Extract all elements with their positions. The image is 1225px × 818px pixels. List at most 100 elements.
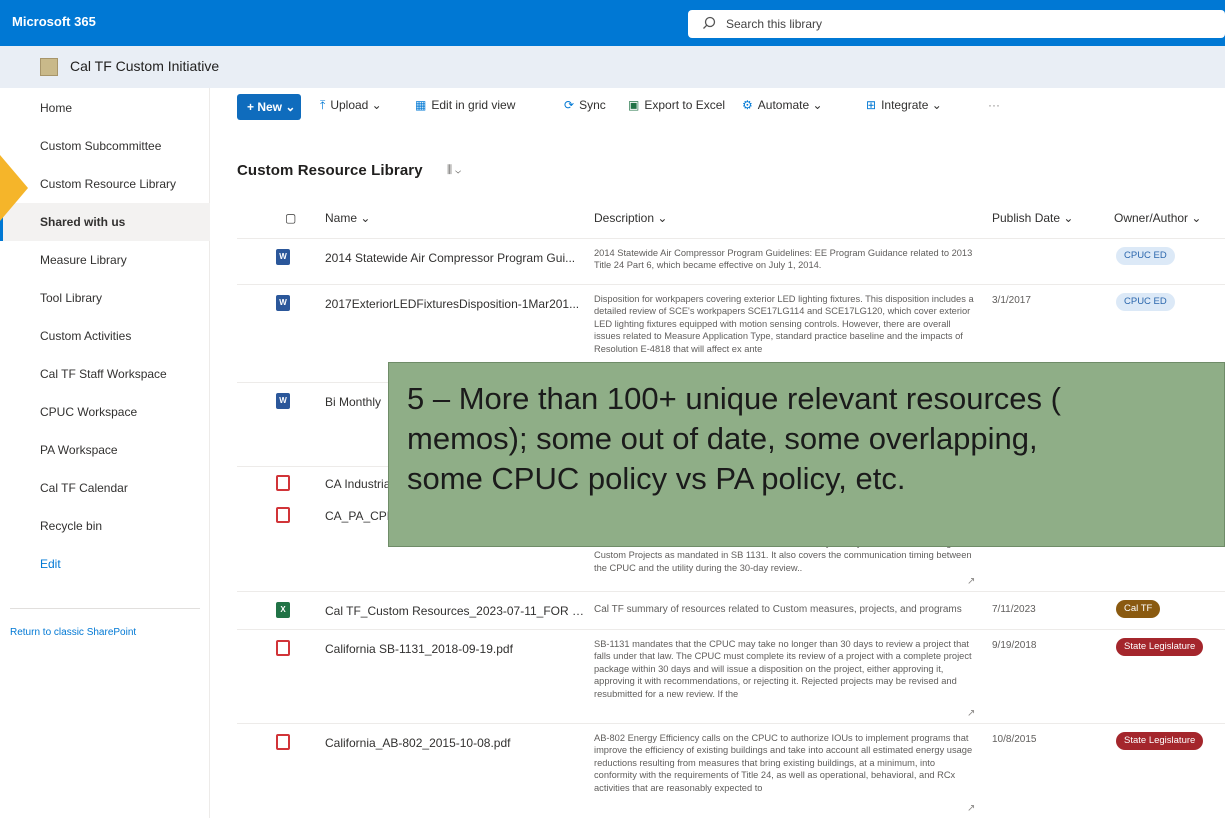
integrate-button[interactable]: ⊞ Integrate ⌄ <box>866 98 942 112</box>
word-file-icon: W <box>276 295 290 311</box>
nav-item-recycle-bin[interactable]: Recycle bin <box>0 507 210 545</box>
nav-edit-link[interactable]: Edit <box>0 545 210 583</box>
table-row[interactable]: W 2014 Statewide Air Compressor Program … <box>237 239 1225 285</box>
suite-header: Microsoft 365 Search this library <box>0 0 1225 46</box>
column-header-description[interactable]: Description ⌄ <box>594 211 667 225</box>
owner-badge: State Legislature <box>1116 638 1204 656</box>
nav-item-tool-library[interactable]: Tool Library <box>0 279 210 317</box>
column-header-owner[interactable]: Owner/Author ⌄ <box>1114 211 1201 225</box>
file-type-icon[interactable]: ▢ <box>285 211 296 225</box>
publish-date: 9/19/2018 <box>992 640 1037 651</box>
site-header: Cal TF Custom Initiative <box>0 46 1225 88</box>
chevron-down-icon: ⌄ <box>368 98 382 112</box>
publish-date: 10/8/2015 <box>992 734 1037 745</box>
automate-icon: ⚙ <box>742 98 753 112</box>
nav-item-shared-with-us[interactable]: Shared with us <box>0 203 210 241</box>
column-description-label: Description <box>594 211 655 225</box>
excel-icon: ▣ <box>628 98 640 112</box>
file-name[interactable]: California SB-1131_2018-09-19.pdf <box>325 642 585 656</box>
integrate-label: Integrate <box>881 98 929 112</box>
annotation-line-3: some CPUC policy vs PA policy, etc. <box>407 461 906 496</box>
file-description: AB-802 Energy Efficiency calls on the CP… <box>594 733 973 793</box>
nav-item-custom-resource-library[interactable]: Custom Resource Library <box>0 165 210 203</box>
nav-item-custom-activities[interactable]: Custom Activities <box>0 317 210 355</box>
callout-arrow <box>0 155 28 221</box>
owner-badge: CPUC ED <box>1116 293 1175 311</box>
more-button[interactable]: ··· <box>988 98 1000 112</box>
export-label: Export to Excel <box>644 98 726 112</box>
nav-divider <box>10 608 200 609</box>
table-row[interactable]: California SB-1131_2018-09-19.pdf SB-113… <box>237 630 1225 724</box>
column-owner-label: Owner/Author <box>1114 211 1189 225</box>
command-bar: + New ⌄ ⤒ Upload ⌄ ▦ Edit in grid view ⟳ Sy… <box>210 88 1225 128</box>
chevron-down-icon: ⌄ <box>928 98 942 112</box>
word-file-icon: W <box>276 249 290 265</box>
pdf-file-icon <box>276 640 290 656</box>
nav-item-cal-tf-calendar[interactable]: Cal TF Calendar <box>0 469 210 507</box>
view-switcher-icon[interactable]: ⫼ ⌄ <box>447 164 461 177</box>
chevron-down-icon: ⌄ <box>809 98 823 112</box>
expand-icon[interactable]: ↗ <box>967 803 975 814</box>
owner-badge: State Legislature <box>1116 732 1204 750</box>
column-header-name[interactable]: Name ⌄ <box>325 211 370 225</box>
sync-button[interactable]: ⟳ Sync <box>564 98 606 112</box>
chevron-down-icon: ⌄ <box>657 211 668 225</box>
nav-item-pa-workspace[interactable]: PA Workspace <box>0 431 210 469</box>
nav-item-custom-subcommittee[interactable]: Custom Subcommittee <box>0 127 210 165</box>
expand-icon[interactable]: ↗ <box>967 576 975 587</box>
new-button[interactable]: + New ⌄ <box>237 94 301 120</box>
site-logo[interactable] <box>40 58 58 76</box>
nav-item-measure-library[interactable]: Measure Library <box>0 241 210 279</box>
automate-button[interactable]: ⚙ Automate ⌄ <box>742 98 823 112</box>
return-to-classic-link[interactable]: Return to classic SharePoint <box>10 627 136 638</box>
file-description: Disposition for workpapers covering exte… <box>594 294 974 354</box>
integrate-icon: ⊞ <box>866 98 877 112</box>
chevron-down-icon: ⌄ <box>282 100 296 114</box>
pdf-file-icon <box>276 734 290 750</box>
table-row[interactable]: X Cal TF_Custom Resources_2023-07-11_FOR… <box>237 592 1225 630</box>
file-description: SB-1131 mandates that the CPUC may take … <box>594 639 972 699</box>
owner-badge: Cal TF <box>1116 600 1161 618</box>
upload-button[interactable]: ⤒ Upload ⌄ <box>320 98 382 113</box>
word-file-icon: W <box>276 393 290 409</box>
automate-label: Automate <box>757 98 810 112</box>
library-title: Custom Resource Library <box>237 162 423 179</box>
new-button-label: New <box>257 100 283 114</box>
pdf-file-icon <box>276 507 290 523</box>
search-placeholder: Search this library <box>726 17 823 31</box>
site-title[interactable]: Cal TF Custom Initiative <box>70 58 219 74</box>
owner-badge: CPUC ED <box>1116 247 1175 265</box>
edit-grid-view-button[interactable]: ▦ Edit in grid view <box>415 98 515 112</box>
upload-icon: ⤒ <box>320 98 326 112</box>
sync-icon: ⟳ <box>564 98 575 112</box>
app-launcher-brand[interactable]: Microsoft 365 <box>12 14 96 29</box>
annotation-callout: 5 – More than 100+ unique relevant resou… <box>388 362 1225 547</box>
column-name-label: Name <box>325 211 358 225</box>
nav-item-cpuc-workspace[interactable]: CPUC Workspace <box>0 393 210 431</box>
file-name[interactable]: Cal TF_Custom Resources_2023-07-11_FOR R… <box>325 604 585 618</box>
plus-icon: + <box>247 100 258 114</box>
annotation-line-2: memos); some out of date, some overlappi… <box>407 421 1038 456</box>
annotation-text: 5 – More than 100+ unique relevant resou… <box>407 379 1225 499</box>
left-navigation: Home Custom Subcommittee Custom Resource… <box>0 88 210 818</box>
upload-label: Upload <box>330 98 369 112</box>
file-description: 2014 Statewide Air Compressor Program Gu… <box>594 248 973 271</box>
grid-icon: ▦ <box>415 98 427 112</box>
pdf-file-icon <box>276 475 290 491</box>
publish-date: 7/11/2023 <box>992 604 1036 615</box>
nav-item-home[interactable]: Home <box>0 89 210 127</box>
file-name[interactable]: 2014 Statewide Air Compressor Program Gu… <box>325 251 585 265</box>
table-row[interactable]: California_AB-802_2015-10-08.pdf AB-802 … <box>237 724 1225 818</box>
column-header-publish-date[interactable]: Publish Date ⌄ <box>992 211 1073 225</box>
annotation-line-1: 5 – More than 100+ unique relevant resou… <box>407 381 1061 416</box>
nav-item-cal-tf-staff-workspace[interactable]: Cal TF Staff Workspace <box>0 355 210 393</box>
file-name[interactable]: California_AB-802_2015-10-08.pdf <box>325 736 585 750</box>
chevron-down-icon: ⌄ <box>1191 211 1202 225</box>
export-to-excel-button[interactable]: ▣ Export to Excel <box>628 98 725 112</box>
expand-icon[interactable]: ↗ <box>967 708 975 719</box>
file-name[interactable]: 2017ExteriorLEDFixturesDisposition-1Mar2… <box>325 297 585 311</box>
chevron-down-icon: ⌄ <box>360 211 371 225</box>
chevron-down-icon: ⌄ <box>1063 211 1074 225</box>
file-description: Cal TF summary of resources related to C… <box>594 604 962 615</box>
search-box[interactable]: Search this library <box>688 10 1225 38</box>
